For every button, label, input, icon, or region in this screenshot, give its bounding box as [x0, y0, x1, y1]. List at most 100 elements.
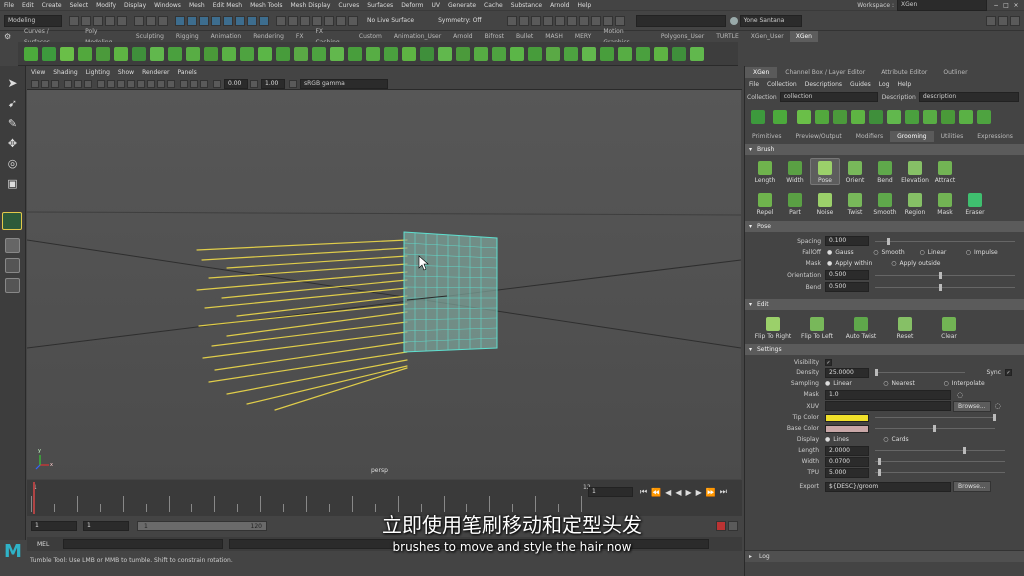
- menu-surfaces[interactable]: Surfaces: [363, 0, 397, 11]
- visibility-checkbox[interactable]: ✓: [825, 358, 832, 366]
- shelf-tab-bullet[interactable]: Bullet: [510, 31, 539, 42]
- width-field[interactable]: 0.0700: [825, 456, 869, 467]
- shadows-icon[interactable]: [147, 79, 155, 88]
- snap-view-icon[interactable]: [312, 15, 322, 26]
- shelf-tab-custom[interactable]: Custom: [353, 31, 388, 42]
- coil-shelf-icon[interactable]: [222, 46, 236, 61]
- xgen-menu-descriptions[interactable]: Descriptions: [801, 79, 846, 91]
- xgen-menu-collection[interactable]: Collection: [763, 79, 801, 91]
- sampling-radio-interpolate[interactable]: ○: [944, 380, 949, 387]
- shelf-tab-mery[interactable]: MERY: [569, 31, 597, 42]
- gamma-field[interactable]: 1.00: [261, 78, 285, 89]
- select-object-icon[interactable]: [146, 15, 156, 26]
- brush-h-shelf-icon[interactable]: [366, 46, 380, 61]
- falloff-radio-impulse[interactable]: ○: [966, 249, 971, 256]
- cut-shelf-icon[interactable]: [204, 46, 218, 61]
- menu-display[interactable]: Display: [120, 0, 150, 11]
- history-icon[interactable]: [336, 15, 346, 26]
- workspace-select[interactable]: XGen: [897, 0, 987, 11]
- base-color-swatch[interactable]: [825, 424, 869, 433]
- spline-shelf-icon[interactable]: [132, 46, 146, 61]
- isolate-select-icon[interactable]: [180, 79, 188, 88]
- xgen-editor-icon[interactable]: [602, 15, 613, 26]
- xgen-guide-select-icon[interactable]: [833, 110, 847, 124]
- xgen-tab-utilities[interactable]: Utilities: [934, 131, 971, 142]
- camera-attributes-icon[interactable]: [31, 79, 39, 88]
- exposure-icon[interactable]: [213, 79, 221, 88]
- snap-surface-icon[interactable]: [324, 15, 334, 26]
- snap-point-icon[interactable]: [300, 15, 310, 26]
- window-close-icon[interactable]: ×: [1011, 2, 1021, 9]
- viewport-menu-shading[interactable]: Shading: [49, 68, 81, 78]
- clumping-shelf-icon[interactable]: [168, 46, 182, 61]
- render-frame-icon[interactable]: [506, 15, 517, 26]
- menu-mesh[interactable]: Mesh: [185, 0, 209, 11]
- wireframe-on-shaded-icon[interactable]: [117, 79, 125, 88]
- brush-e-shelf-icon[interactable]: [312, 46, 326, 61]
- edit-flip-to-right-button[interactable]: Flip To Right: [751, 315, 795, 340]
- brush-r-shelf-icon[interactable]: [546, 46, 560, 61]
- viewport-menu-view[interactable]: View: [27, 68, 49, 78]
- panel-tab-attribute-editor[interactable]: Attribute Editor: [873, 67, 935, 78]
- menu-select[interactable]: Select: [66, 0, 93, 11]
- rotate-tool-icon[interactable]: ◎: [5, 156, 20, 171]
- step-forward-frame-icon[interactable]: ▶︎: [696, 488, 702, 497]
- brush-x-shelf-icon[interactable]: [654, 46, 668, 61]
- create-description-shelf-icon[interactable]: [42, 46, 56, 61]
- xgen-guide-orient-icon[interactable]: [923, 110, 937, 124]
- sampling-radio-linear[interactable]: ●: [825, 380, 830, 387]
- new-scene-icon[interactable]: [69, 15, 79, 26]
- xgen-tab-expressions[interactable]: Expressions: [970, 131, 1020, 142]
- convert-groom-shelf-icon[interactable]: [114, 46, 128, 61]
- brush-j-shelf-icon[interactable]: [402, 46, 416, 61]
- export-path-field[interactable]: ${DESC}/groom: [825, 481, 951, 492]
- xgen-guide-cv-icon[interactable]: [977, 110, 991, 124]
- xuv-refresh-icon[interactable]: ◌: [995, 402, 1001, 410]
- gamma-icon[interactable]: [250, 79, 258, 88]
- redo-icon[interactable]: [117, 15, 127, 26]
- xgen-guide-rebuild-icon[interactable]: [851, 110, 865, 124]
- menu-windows[interactable]: Windows: [150, 0, 185, 11]
- user-avatar-icon[interactable]: [729, 16, 738, 25]
- menu-edit-mesh[interactable]: Edit Mesh: [209, 0, 246, 11]
- tpu-slider[interactable]: [875, 469, 1005, 476]
- camera-icon[interactable]: [590, 15, 601, 26]
- edit-section-header[interactable]: Edit: [745, 299, 1024, 310]
- groom-brush-tool-icon[interactable]: [2, 212, 22, 230]
- shelf-tab-rigging[interactable]: Rigging: [170, 31, 205, 42]
- brush-noise-button[interactable]: Noise: [810, 191, 840, 216]
- brush-f-shelf-icon[interactable]: [330, 46, 344, 61]
- xgen-create-icon[interactable]: [773, 110, 787, 124]
- go-to-start-icon[interactable]: ⏮: [640, 487, 647, 497]
- xgen-guide-attach-icon[interactable]: [905, 110, 919, 124]
- brush-c-shelf-icon[interactable]: [276, 46, 290, 61]
- edit-flip-to-left-button[interactable]: Flip To Left: [795, 315, 839, 340]
- brush-attract-button[interactable]: Attract: [930, 159, 960, 184]
- sampling-radio-nearest[interactable]: ○: [883, 380, 888, 387]
- brush-m-shelf-icon[interactable]: [456, 46, 470, 61]
- play-forwards-icon[interactable]: ▶: [685, 488, 691, 497]
- length-field[interactable]: 2.0000: [825, 445, 869, 456]
- spacing-slider[interactable]: [875, 237, 1015, 245]
- shelf-tab-mash[interactable]: MASH: [539, 31, 569, 42]
- mask-e-icon[interactable]: [223, 15, 233, 26]
- brush-n-shelf-icon[interactable]: [474, 46, 488, 61]
- save-scene-icon[interactable]: [93, 15, 103, 26]
- tip-color-swatch[interactable]: [825, 413, 869, 422]
- orientation-slider[interactable]: [875, 271, 1015, 279]
- mask-f-icon[interactable]: [235, 15, 245, 26]
- arnold-render-icon[interactable]: [566, 15, 577, 26]
- edit-auto-twist-button[interactable]: Auto Twist: [839, 315, 883, 340]
- description-select[interactable]: description: [918, 92, 1019, 102]
- ambient-occlusion-icon[interactable]: [157, 79, 165, 88]
- xgen-tab-modifiers[interactable]: Modifiers: [849, 131, 890, 142]
- length-slider[interactable]: [875, 447, 1005, 454]
- tip-color-slider[interactable]: [875, 414, 996, 421]
- color-management-icon[interactable]: [289, 79, 297, 88]
- ipr-render-icon[interactable]: [518, 15, 529, 26]
- xgen-menu-log[interactable]: Log: [875, 79, 894, 91]
- display-radio-lines[interactable]: ●: [825, 436, 830, 443]
- density-slider[interactable]: [875, 369, 965, 376]
- bend-slider[interactable]: [875, 283, 1015, 291]
- menu-help[interactable]: Help: [574, 0, 596, 11]
